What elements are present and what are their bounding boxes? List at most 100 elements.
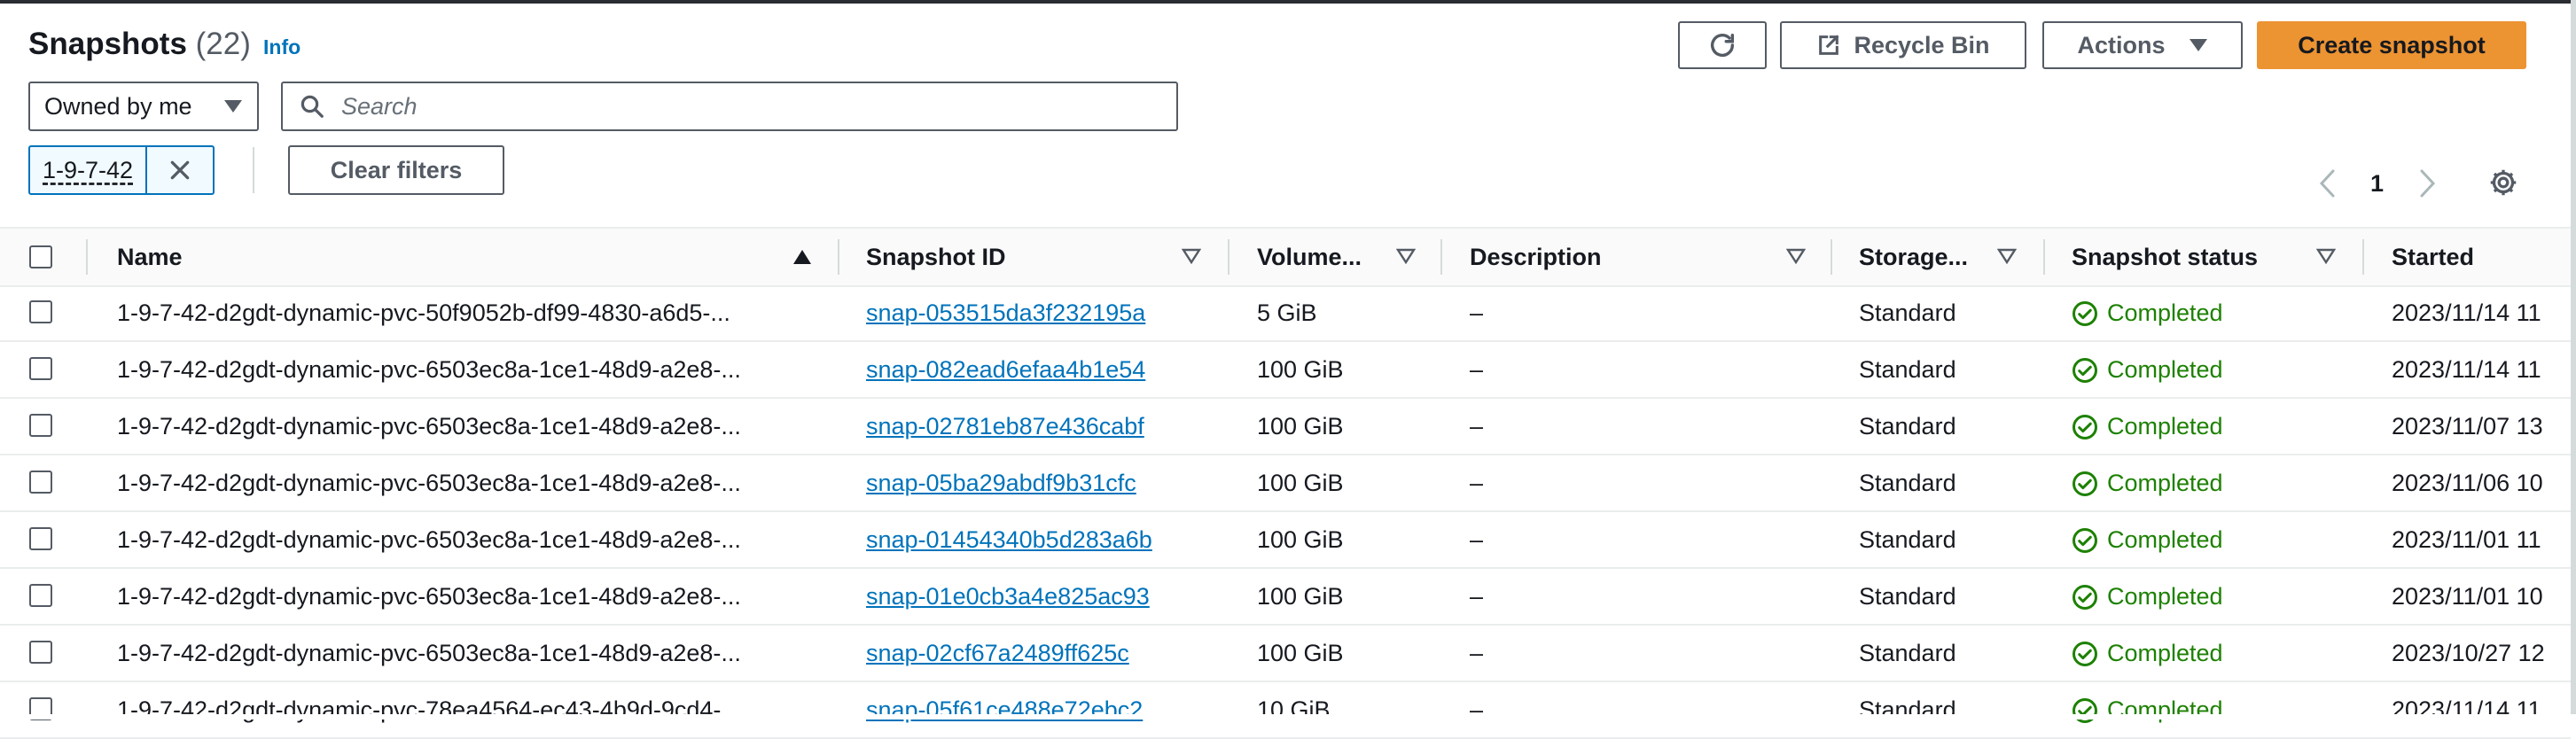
volume-size: 100 GiB <box>1257 413 1344 440</box>
sort-ascending-icon[interactable] <box>792 248 813 266</box>
column-header-snapshot-status[interactable]: Snapshot status <box>2072 244 2258 271</box>
description: – <box>1470 356 1484 383</box>
status-badge: Completed <box>2072 413 2223 440</box>
table-row[interactable]: 1-9-7-42-d2gdt-dynamic-pvc-6503ec8a-1ce1… <box>0 340 2571 399</box>
check-circle-icon <box>2073 471 2097 496</box>
next-page-icon[interactable] <box>2416 168 2438 198</box>
current-page[interactable]: 1 <box>2370 170 2384 198</box>
previous-page-icon[interactable] <box>2317 168 2338 198</box>
column-header-started[interactable]: Started <box>2392 244 2474 271</box>
column-separator <box>838 239 839 275</box>
actions-label: Actions <box>2077 31 2166 58</box>
actions-button[interactable]: Actions <box>2042 21 2243 69</box>
started-time: 2023/11/01 11 <box>2392 526 2541 553</box>
status-text: Completed <box>2107 413 2223 440</box>
check-circle-icon <box>2073 697 2097 723</box>
started-time: 2023/11/06 10 <box>2392 470 2543 496</box>
table-row[interactable]: 1-9-7-42-d2gdt-dynamic-pvc-6503ec8a-1ce1… <box>0 454 2571 512</box>
snapshot-name: 1-9-7-42-d2gdt-dynamic-pvc-78ea4564-ec43… <box>117 696 741 723</box>
sort-icon[interactable] <box>1182 248 1201 264</box>
column-header-name[interactable]: Name <box>117 244 183 271</box>
description: – <box>1470 526 1484 553</box>
row-checkbox[interactable] <box>29 527 52 550</box>
recycle-bin-label: Recycle Bin <box>1854 31 1990 58</box>
recycle-bin-button[interactable]: Recycle Bin <box>1780 21 2026 69</box>
gear-icon[interactable] <box>2487 167 2519 198</box>
table-row[interactable]: 1-9-7-42-d2gdt-dynamic-pvc-6503ec8a-1ce1… <box>0 397 2571 455</box>
close-icon <box>170 160 190 180</box>
storage-tier: Standard <box>1859 696 1956 723</box>
check-circle-icon <box>2073 584 2097 610</box>
snapshot-id-link[interactable]: snap-01e0cb3a4e825ac93 <box>866 583 1150 611</box>
table-row[interactable]: 1-9-7-42-d2gdt-dynamic-pvc-78ea4564-ec43… <box>0 681 2571 739</box>
sort-icon[interactable] <box>2316 248 2336 264</box>
table-header: Name Snapshot ID Volume... Description S… <box>0 227 2571 287</box>
snapshot-id-link[interactable]: snap-053515da3f232195a <box>866 299 1145 327</box>
column-header-volume[interactable]: Volume... <box>1257 244 1362 271</box>
storage-tier: Standard <box>1859 413 1956 440</box>
top-border <box>0 0 2576 4</box>
snapshot-id-link[interactable]: snap-082ead6efaa4b1e54 <box>866 356 1145 384</box>
status-badge: Completed <box>2072 526 2223 554</box>
search-input[interactable]: Search <box>281 82 1178 131</box>
snapshot-name: 1-9-7-42-d2gdt-dynamic-pvc-6503ec8a-1ce1… <box>117 470 741 496</box>
table-row[interactable]: 1-9-7-42-d2gdt-dynamic-pvc-50f9052b-df99… <box>0 284 2571 342</box>
description: – <box>1470 413 1484 440</box>
filter-token: 1-9-7-42 <box>28 145 215 195</box>
storage-tier: Standard <box>1859 640 1956 666</box>
clear-filters-button[interactable]: Clear filters <box>288 145 504 195</box>
row-checkbox[interactable] <box>29 300 52 323</box>
row-checkbox[interactable] <box>29 357 52 380</box>
snapshot-name: 1-9-7-42-d2gdt-dynamic-pvc-6503ec8a-1ce1… <box>117 583 741 610</box>
column-header-storage[interactable]: Storage... <box>1859 244 1968 271</box>
sort-icon[interactable] <box>1997 248 2017 264</box>
filter-token-label[interactable]: 1-9-7-42 <box>30 147 148 193</box>
sort-icon[interactable] <box>1396 248 1416 264</box>
description: – <box>1470 696 1484 723</box>
table-row[interactable]: 1-9-7-42-d2gdt-dynamic-pvc-6503ec8a-1ce1… <box>0 510 2571 569</box>
table-row[interactable]: 1-9-7-42-d2gdt-dynamic-pvc-6503ec8a-1ce1… <box>0 567 2571 626</box>
row-checkbox[interactable] <box>29 414 52 437</box>
refresh-icon <box>1710 33 1735 57</box>
table-row[interactable]: 1-9-7-42-d2gdt-dynamic-pvc-6503ec8a-1ce1… <box>0 624 2571 682</box>
column-header-snapshot-id[interactable]: Snapshot ID <box>866 244 1006 271</box>
storage-tier: Standard <box>1859 299 1956 326</box>
column-separator <box>86 239 88 275</box>
right-border <box>2571 0 2576 720</box>
snapshot-id-link[interactable]: snap-02cf67a2489ff625c <box>866 640 1129 667</box>
status-badge: Completed <box>2072 696 2223 724</box>
volume-size: 10 GiB <box>1257 696 1331 723</box>
row-checkbox[interactable] <box>29 584 52 607</box>
column-separator <box>2362 239 2364 275</box>
info-link[interactable]: Info <box>263 35 301 59</box>
column-header-description[interactable]: Description <box>1470 244 1602 271</box>
status-badge: Completed <box>2072 470 2223 497</box>
external-link-icon <box>1819 35 1839 55</box>
row-checkbox[interactable] <box>29 471 52 494</box>
search-icon <box>301 95 324 118</box>
status-badge: Completed <box>2072 356 2223 384</box>
remove-token-button[interactable] <box>147 159 213 182</box>
row-checkbox[interactable] <box>29 641 52 664</box>
volume-size: 100 GiB <box>1257 470 1344 496</box>
snapshot-id-link[interactable]: snap-05f61ce488e72ebc2 <box>866 696 1143 724</box>
column-separator <box>1440 239 1442 275</box>
sort-icon[interactable] <box>1786 248 1806 264</box>
storage-tier: Standard <box>1859 356 1956 383</box>
owner-filter-select[interactable]: Owned by me <box>28 82 259 131</box>
volume-size: 100 GiB <box>1257 526 1344 553</box>
description: – <box>1470 299 1484 326</box>
snapshot-id-link[interactable]: snap-02781eb87e436cabf <box>866 413 1144 440</box>
status-text: Completed <box>2107 470 2223 496</box>
select-all-checkbox[interactable] <box>29 245 52 268</box>
viewport-edge <box>0 714 2576 720</box>
snapshot-count: (22) <box>195 27 251 61</box>
snapshot-id-link[interactable]: snap-05ba29abdf9b31cfc <box>866 470 1136 497</box>
status-text: Completed <box>2107 583 2223 610</box>
description: – <box>1470 583 1484 610</box>
snapshot-id-link[interactable]: snap-01454340b5d283a6b <box>866 526 1152 554</box>
refresh-button[interactable] <box>1678 21 1767 69</box>
status-badge: Completed <box>2072 583 2223 611</box>
create-snapshot-button[interactable]: Create snapshot <box>2257 21 2526 69</box>
column-separator <box>1831 239 1832 275</box>
